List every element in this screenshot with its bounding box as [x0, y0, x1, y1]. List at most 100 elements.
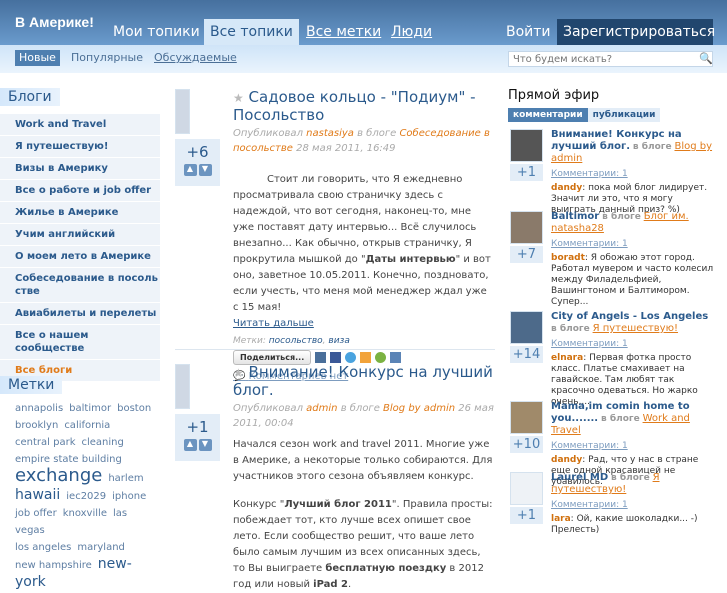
search-input[interactable]: [508, 51, 713, 67]
topic-post: +1 ▲ ▼ ★ Внимание! Конкурс на лучший блог…: [175, 364, 495, 593]
odnoklassniki-icon[interactable]: [360, 352, 372, 363]
topic-thumbnail[interactable]: [510, 211, 543, 244]
topic-post: +6 ▲ ▼ ★ Садовое кольцо - "Подиум" - Посо…: [175, 89, 495, 382]
tag-link[interactable]: empire state building: [15, 454, 122, 465]
live-feed-title: Прямой эфир: [508, 88, 600, 103]
tab-publications[interactable]: публикации: [587, 108, 661, 122]
site-logo[interactable]: В Америке!: [15, 14, 94, 30]
comment-text: : Ой, какие шоколадки... -) Прелесть): [551, 514, 698, 535]
blogs-heading: Блоги: [0, 88, 60, 106]
nav-all-tags[interactable]: Все метки: [300, 19, 387, 45]
vkontakte-icon[interactable]: [315, 352, 327, 363]
author-link[interactable]: nastasiya: [306, 128, 354, 139]
tag-link[interactable]: los angeles: [15, 542, 71, 553]
tag-link[interactable]: annapolis: [15, 403, 63, 414]
tab-comments[interactable]: комментарии: [508, 108, 588, 122]
tag-link[interactable]: central park: [15, 437, 75, 448]
tab-popular[interactable]: Популярные: [67, 50, 147, 66]
tag-link[interactable]: iec2029: [66, 491, 106, 502]
tag-link[interactable]: knoxville: [63, 508, 107, 519]
topic-link[interactable]: Baltimor: [551, 211, 599, 222]
moimir-icon[interactable]: [375, 352, 387, 363]
tag-link[interactable]: california: [64, 420, 110, 431]
rating: +10: [510, 436, 543, 453]
blog-link[interactable]: Собеседование в посольстве: [0, 268, 160, 302]
blog-link[interactable]: О моем лето в Америке: [0, 246, 160, 267]
author-avatar[interactable]: [175, 89, 190, 134]
star-icon[interactable]: ★: [233, 366, 244, 380]
topic-thumbnail[interactable]: [510, 129, 543, 162]
tag-link[interactable]: hawaii: [15, 487, 60, 503]
tag-link[interactable]: посольство: [269, 336, 323, 346]
tag-link[interactable]: job offer: [15, 508, 57, 519]
rating: +1: [510, 507, 543, 524]
tag-link[interactable]: exchange: [15, 465, 102, 486]
star-icon[interactable]: ★: [233, 91, 244, 105]
tab-discussed[interactable]: Обсуждаемые: [150, 50, 241, 66]
login-link[interactable]: Войти: [500, 19, 557, 45]
twitter-icon[interactable]: [345, 352, 357, 363]
in-blog-label: в блоге: [600, 414, 640, 424]
comments-count-link[interactable]: Комментарии: 1: [551, 500, 715, 511]
read-more-link[interactable]: Читать дальше: [233, 316, 495, 332]
in-blog-label: в блоге: [611, 473, 650, 483]
search-icon[interactable]: 🔍: [699, 52, 713, 65]
author-avatar[interactable]: [175, 364, 190, 409]
tag-link[interactable]: harlem: [108, 473, 143, 484]
facebook-icon[interactable]: [330, 352, 342, 363]
topic-thumbnail[interactable]: [510, 401, 543, 434]
tags-heading: Метки: [0, 376, 63, 394]
tab-new[interactable]: Новые: [15, 50, 60, 66]
blog-link[interactable]: Жилье в Америке: [0, 202, 160, 223]
livejournal-icon[interactable]: [390, 352, 402, 363]
post-title[interactable]: Внимание! Конкурс на лучший блог.: [233, 363, 493, 399]
blog-link[interactable]: Все о работе и job offer: [0, 180, 160, 201]
author-link[interactable]: admin: [306, 403, 337, 414]
live-feed: Прямой эфир комментарии публикации: [508, 88, 715, 122]
thumbs-down-icon[interactable]: ▼: [198, 439, 212, 451]
nav-people[interactable]: Люди: [385, 19, 438, 45]
tag-link[interactable]: baltimor: [69, 403, 111, 414]
blogs-sidebar: Блоги Work and Travel Я путешествую! Виз…: [0, 88, 160, 382]
comment-author[interactable]: elnara: [551, 353, 583, 363]
topic-thumbnail[interactable]: [510, 311, 543, 344]
topic-link[interactable]: City of Angels - Los Angeles: [551, 311, 708, 322]
comment-author[interactable]: dandy: [551, 183, 582, 193]
live-item: +14 City of Angels - Los Angeles в блоге…: [508, 311, 715, 408]
rating: +6: [186, 143, 209, 161]
comments-count-link[interactable]: Комментарии: 1: [551, 239, 715, 250]
nav-all-topics[interactable]: Все топики: [204, 19, 299, 45]
comments-count-link[interactable]: Комментарии: 1: [551, 441, 715, 452]
blog-link[interactable]: Учим английский: [0, 224, 160, 245]
comments-count-link[interactable]: Комментарии: 1: [551, 169, 715, 180]
in-blog-label: в блоге: [602, 212, 641, 222]
placeholder-image-icon[interactable]: [510, 472, 543, 505]
tag-link[interactable]: new hampshire: [15, 560, 92, 571]
tag-link[interactable]: виза: [328, 336, 349, 346]
live-item: +1 Laurel MD в блоге Я путешествую! Комме…: [508, 472, 715, 536]
blog-link[interactable]: Авиабилеты и перелеты: [0, 303, 160, 324]
comments-count-link[interactable]: Комментарии: 1: [551, 339, 715, 350]
blog-link[interactable]: Work and Travel: [0, 114, 160, 135]
register-button[interactable]: Зарегистрироваться: [557, 19, 715, 45]
tag-link[interactable]: maryland: [77, 542, 125, 553]
topic-link[interactable]: Laurel MD: [551, 472, 608, 483]
comment-author[interactable]: lara: [551, 514, 571, 524]
blog-link[interactable]: Я путешествую!: [0, 136, 160, 157]
blog-link[interactable]: Все о нашем сообществе: [0, 325, 160, 359]
nav-my-topics[interactable]: Мои топики: [107, 19, 206, 45]
thumbs-down-icon[interactable]: ▼: [198, 164, 212, 176]
comment-author[interactable]: dandy: [551, 455, 582, 465]
blog-link[interactable]: Blog by admin: [383, 403, 455, 414]
tag-link[interactable]: iphone: [112, 491, 146, 502]
thumbs-up-icon[interactable]: ▲: [183, 164, 197, 176]
thumbs-up-icon[interactable]: ▲: [183, 439, 197, 451]
tag-link[interactable]: cleaning: [81, 437, 123, 448]
tag-link[interactable]: boston: [117, 403, 151, 414]
comment-author[interactable]: boradt: [551, 253, 585, 263]
post-text: Стоит ли говорить, что Я ежедневно просм…: [233, 174, 491, 313]
post-title[interactable]: Садовое кольцо - "Подиум" - Посольство: [233, 88, 476, 124]
tag-link[interactable]: brooklyn: [15, 420, 58, 431]
blog-link[interactable]: Визы в Америку: [0, 158, 160, 179]
blog-link[interactable]: Я путешествую!: [593, 323, 678, 334]
